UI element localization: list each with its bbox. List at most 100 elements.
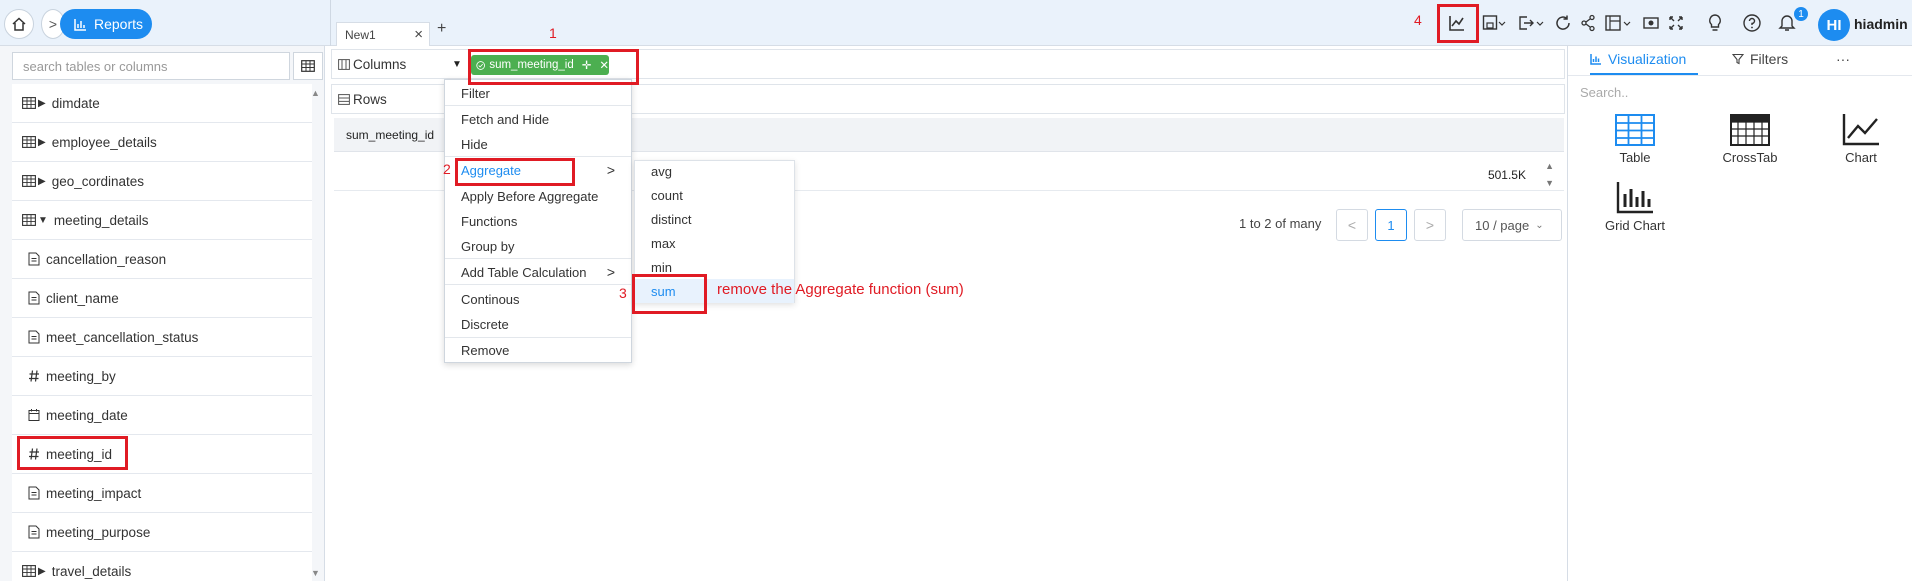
menu-divider [445, 284, 631, 285]
aggregate-max[interactable]: max [651, 236, 676, 251]
list-item[interactable]: ▶ dimdate [12, 84, 312, 123]
export-icon[interactable] [1518, 11, 1544, 35]
layout-icon[interactable] [1604, 11, 1632, 35]
tab-close-icon[interactable]: × [414, 26, 423, 43]
tab-visualization-label: Visualization [1608, 51, 1687, 67]
annotation-number-1: 1 [549, 25, 557, 41]
menu-item-add-table-calculation[interactable]: Add Table Calculation [461, 265, 587, 280]
cell-value: 501.5K [1487, 168, 1526, 182]
annotation-box-4 [1437, 4, 1479, 43]
column-header[interactable]: sum_meeting_id [346, 128, 434, 142]
viz-search-input[interactable]: Search.. [1580, 80, 1900, 104]
menu-item-filter[interactable]: Filter [461, 86, 490, 101]
caret-down-icon[interactable]: ▼ [38, 215, 48, 226]
help-icon[interactable] [1742, 11, 1762, 35]
chevron-down-icon: ⌄ [1535, 219, 1544, 231]
viz-crosstab[interactable]: CrossTab [1700, 114, 1800, 165]
menu-item-fetch-and-hide[interactable]: Fetch and Hide [461, 112, 549, 127]
list-item-label: meeting_by [46, 368, 116, 384]
list-item[interactable]: meeting_purpose [12, 513, 312, 552]
add-tab-button[interactable]: + [437, 20, 446, 38]
list-item[interactable]: client_name [12, 279, 312, 318]
prev-page-button[interactable]: < [1336, 209, 1368, 241]
refresh-icon[interactable] [1554, 11, 1572, 35]
list-item-label: meeting_details [53, 212, 149, 228]
scroll-up-arrow[interactable]: ▲ [311, 88, 320, 98]
properties-panel: Visualization Filters ··· Search.. Table… [1567, 46, 1912, 581]
annotation-note: remove the Aggregate function (sum) [717, 281, 964, 298]
table-icon [22, 565, 36, 577]
username-label[interactable]: hiadmin [1854, 16, 1908, 32]
viz-table-label: Table [1619, 150, 1651, 165]
line-chart-icon [1842, 114, 1879, 146]
table-view-button[interactable] [293, 52, 323, 80]
list-item[interactable]: meeting_date [12, 396, 312, 435]
menu-item-group-by[interactable]: Group by [461, 239, 514, 254]
menu-divider [445, 156, 631, 157]
home-button[interactable] [4, 9, 34, 39]
scroll-down-arrow[interactable]: ▼ [1545, 178, 1554, 188]
aggregate-avg[interactable]: avg [651, 164, 672, 179]
viz-table[interactable]: Table [1585, 114, 1685, 165]
annotation-number-3: 3 [619, 285, 627, 301]
table-icon [1615, 114, 1655, 146]
save-icon[interactable] [1482, 11, 1506, 35]
viz-chart[interactable]: Chart [1811, 112, 1911, 165]
list-item[interactable]: meeting_by [12, 357, 312, 396]
table-icon [22, 214, 36, 226]
menu-item-apply-before-aggregate[interactable]: Apply Before Aggregate [461, 189, 598, 204]
caret-right-icon[interactable]: ▶ [38, 176, 46, 187]
avatar[interactable]: HI [1818, 9, 1850, 41]
menu-divider [445, 105, 631, 106]
menu-item-hide[interactable]: Hide [461, 137, 488, 152]
menu-item-remove[interactable]: Remove [461, 343, 509, 358]
search-input[interactable]: search tables or columns [12, 52, 290, 80]
more-options-icon[interactable]: ··· [1836, 51, 1850, 67]
list-item[interactable]: ▶ employee_details [12, 123, 312, 162]
grid-chart-icon [1616, 182, 1653, 214]
chevron-right-icon: > [606, 264, 615, 280]
annotation-box-2 [455, 158, 575, 186]
tab-new1[interactable]: New1 × [336, 22, 430, 46]
aggregate-min[interactable]: min [651, 260, 672, 275]
list-item[interactable]: meeting_impact [12, 474, 312, 513]
menu-item-discrete[interactable]: Discrete [461, 317, 509, 332]
page-size-select[interactable]: 10 / page ⌄ [1462, 209, 1562, 241]
menu-divider [445, 258, 631, 259]
share-icon[interactable] [1580, 11, 1596, 35]
current-page-button[interactable]: 1 [1375, 209, 1407, 241]
aggregate-distinct[interactable]: distinct [651, 212, 691, 227]
caret-right-icon[interactable]: ▶ [38, 98, 46, 109]
viz-chart-label: Chart [1845, 150, 1877, 165]
scroll-up-arrow[interactable]: ▲ [1545, 161, 1554, 171]
list-item-label: meet_cancellation_status [46, 329, 199, 345]
bulb-icon[interactable] [1706, 11, 1724, 35]
list-item[interactable]: ▶ geo_cordinates [12, 162, 312, 201]
text-field-icon [28, 525, 40, 539]
caret-right-icon[interactable]: ▶ [38, 137, 46, 148]
caret-right-icon[interactable]: ▶ [38, 566, 46, 577]
pagination-summary: 1 to 2 of many [1239, 216, 1322, 231]
list-item-label: geo_cordinates [51, 173, 145, 189]
preview-icon[interactable] [1642, 11, 1660, 35]
tab-filters[interactable]: Filters [1732, 51, 1788, 67]
next-page-button[interactable]: > [1414, 209, 1446, 241]
aggregate-count[interactable]: count [651, 188, 683, 203]
tab-visualization[interactable]: Visualization [1590, 51, 1686, 67]
scroll-down-arrow[interactable]: ▼ [311, 568, 320, 578]
menu-divider [445, 337, 631, 338]
crosstab-icon [1730, 114, 1770, 146]
viz-grid-chart[interactable]: Grid Chart [1585, 180, 1685, 233]
list-item-label: travel_details [51, 563, 132, 579]
menu-item-continous[interactable]: Continous [461, 292, 520, 307]
text-field-icon [28, 486, 40, 500]
list-item[interactable]: cancellation_reason [12, 240, 312, 279]
expand-icon[interactable] [1668, 11, 1684, 35]
notification-badge: 1 [1794, 7, 1808, 21]
menu-item-functions[interactable]: Functions [461, 214, 517, 229]
list-item[interactable]: meet_cancellation_status [12, 318, 312, 357]
list-item[interactable]: ▼ meeting_details [12, 201, 312, 240]
reports-breadcrumb[interactable]: Reports [60, 9, 152, 39]
list-item[interactable]: ▶ travel_details [12, 552, 312, 581]
caret-down-icon[interactable]: ▼ [452, 59, 462, 70]
